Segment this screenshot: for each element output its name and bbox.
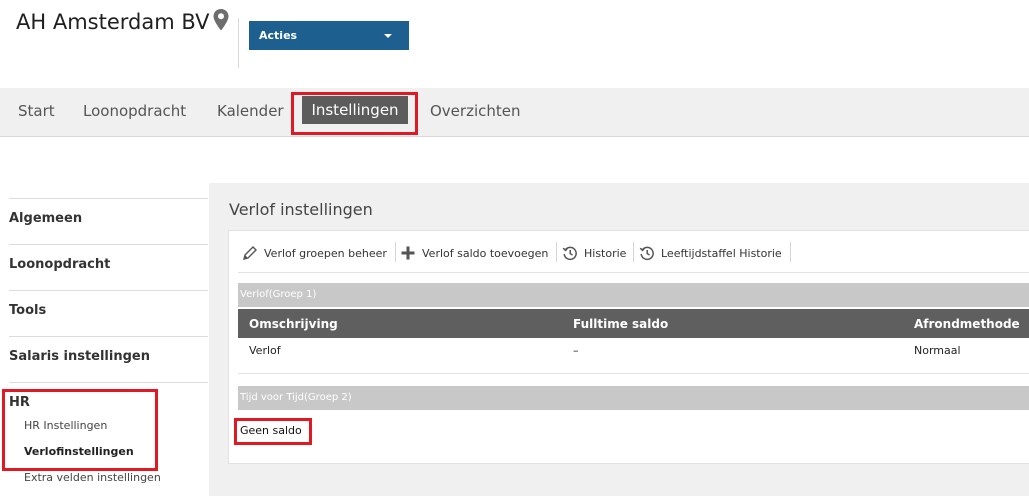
table-row-divider (238, 373, 1029, 374)
table-cell-afrondmethode: Normaal (914, 344, 961, 357)
highlight-box-sidebar (2, 389, 158, 471)
sidebar-item-tools[interactable]: Tools (9, 303, 46, 318)
company-name: AH Amsterdam BV (16, 10, 210, 34)
sidebar-item-algemeen[interactable]: Algemeen (9, 211, 82, 226)
nav-overzichten[interactable]: Overzichten (430, 102, 521, 120)
leeftijdstaffel-historie-label: Leeftijdstaffel Historie (661, 246, 782, 260)
toolbar-divider (556, 242, 557, 262)
historie-label: Historie (584, 246, 627, 260)
leeftijdstaffel-historie-button[interactable]: Leeftijdstaffel Historie (639, 244, 782, 262)
group-header-verlof: Verlof(Groep 1) (238, 283, 1029, 307)
pencil-icon (243, 246, 257, 260)
content-card (228, 230, 1029, 464)
nav-loonopdracht[interactable]: Loonopdracht (83, 102, 186, 120)
group-header-tijd-voor-tijd: Tijd voor Tijd(Groep 2) (238, 386, 1029, 410)
location-pin-icon (213, 9, 229, 31)
column-header-fulltime-saldo: Fulltime saldo (573, 317, 669, 331)
actions-dropdown-label: Acties (259, 29, 298, 42)
sidebar-divider (9, 244, 208, 245)
nav-kalender[interactable]: Kalender (217, 102, 284, 120)
history-icon (639, 246, 654, 261)
history-icon (562, 246, 577, 261)
verlof-saldo-toevoegen-label: Verlof saldo toevoegen (422, 246, 549, 260)
toolbar-divider-line (238, 272, 1029, 273)
nav-start[interactable]: Start (18, 102, 55, 120)
page-title: Verlof instellingen (229, 200, 373, 219)
table-cell-fulltime-saldo: – (573, 344, 579, 357)
toolbar-divider (633, 242, 634, 262)
sidebar-subitem-extra-velden[interactable]: Extra velden instellingen (24, 471, 161, 484)
toolbar-divider (395, 242, 396, 262)
toolbar-divider (790, 242, 791, 262)
plus-icon (401, 246, 415, 260)
main-nav: Start Loonopdracht Kalender Instellingen… (0, 88, 1029, 137)
header-divider (238, 18, 239, 68)
column-header-afrondmethode: Afrondmethode (914, 317, 1020, 331)
highlight-box-nav (291, 92, 418, 135)
sidebar-divider (9, 382, 208, 383)
sidebar-divider (9, 290, 208, 291)
chevron-down-icon (384, 34, 392, 38)
column-header-omschrijving: Omschrijving (249, 317, 338, 331)
highlight-box-empty-state (234, 418, 312, 445)
sidebar-item-salaris-instellingen[interactable]: Salaris instellingen (9, 349, 150, 364)
sidebar-item-loonopdracht[interactable]: Loonopdracht (9, 257, 110, 272)
actions-dropdown[interactable]: Acties (249, 21, 409, 50)
verlof-groepen-beheer-label: Verlof groepen beheer (264, 246, 387, 260)
verlof-groepen-beheer-button[interactable]: Verlof groepen beheer (242, 244, 387, 262)
historie-button[interactable]: Historie (562, 244, 626, 262)
table-header: Omschrijving Fulltime saldo Afrondmethod… (238, 309, 1029, 338)
verlof-saldo-toevoegen-button[interactable]: Verlof saldo toevoegen (400, 244, 548, 262)
sidebar-divider (9, 336, 208, 337)
table-cell-omschrijving: Verlof (249, 344, 281, 357)
sidebar-divider (9, 198, 208, 199)
